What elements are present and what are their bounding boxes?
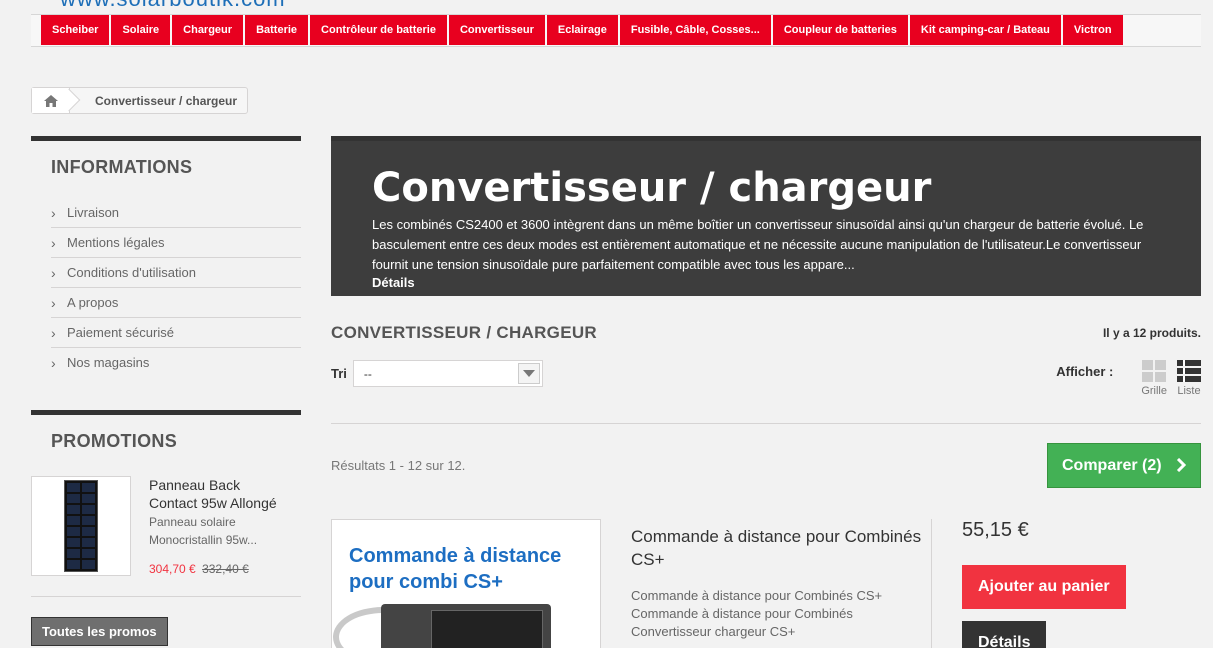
product-image-caption: Commande à distance pour combi CS+ xyxy=(349,545,562,593)
left-column: INFORMATIONS LivraisonMentions légalesCo… xyxy=(31,136,301,646)
view-grid-label: Grille xyxy=(1141,385,1167,397)
info-link-4[interactable]: Paiement sécurisé xyxy=(51,318,301,348)
product-count: Il y a 12 produits. xyxy=(1102,326,1201,340)
promo-price: 304,70 € 332,40 € xyxy=(149,562,291,576)
menu-item-6[interactable]: Eclairage xyxy=(546,15,618,45)
menu-item-4[interactable]: Contrôleur de batterie xyxy=(310,15,447,45)
view-list-button[interactable]: Liste xyxy=(1177,360,1201,397)
menu-item-8[interactable]: Coupleur de batteries xyxy=(772,15,908,45)
info-link-0[interactable]: Livraison xyxy=(51,198,301,228)
promotions-title: PROMOTIONS xyxy=(31,410,301,466)
view-label: Afficher : xyxy=(1056,364,1114,379)
promotions-block: PROMOTIONS Panneau Back Contact 95w Allo… xyxy=(31,410,301,646)
product-price: 55,15 € xyxy=(962,519,1029,541)
home-icon[interactable] xyxy=(32,88,70,113)
product-item: Commande à distance pour combi CS+ Comma… xyxy=(331,518,1201,648)
view-grid-button[interactable]: Grille xyxy=(1141,360,1167,397)
details-button[interactable]: Détails xyxy=(962,621,1047,648)
promo-price-old: 332,40 € xyxy=(202,562,249,576)
main-menu: Scheiber Solaire Chargeur Batterie Contrôleu… xyxy=(31,14,1201,47)
breadcrumb-current: Convertisseur / chargeur xyxy=(95,93,238,108)
promo-price-current: 304,70 € xyxy=(149,562,196,576)
menu-item-0[interactable]: Scheiber xyxy=(41,15,110,45)
view-list-label: Liste xyxy=(1177,385,1201,397)
menu-item-10[interactable]: Victron xyxy=(1062,15,1123,45)
menu-item-1[interactable]: Solaire xyxy=(111,15,171,45)
info-link-3[interactable]: A propos xyxy=(51,288,301,318)
informations-list: LivraisonMentions légalesConditions d'ut… xyxy=(31,192,301,378)
info-link-5[interactable]: Nos magasins xyxy=(51,348,301,378)
remote-device-graphic xyxy=(381,604,551,648)
chevron-right-icon xyxy=(1176,458,1186,472)
informations-title: INFORMATIONS xyxy=(31,136,301,192)
promo-product-name[interactable]: Panneau Back Contact 95w Allongé xyxy=(149,476,291,512)
menu-item-7[interactable]: Fusible, Câble, Cosses... xyxy=(619,15,771,45)
compare-label: Comparer (2) xyxy=(1062,456,1162,474)
product-name[interactable]: Commande à distance pour Combinés CS+ xyxy=(631,525,931,571)
center-column: Convertisseur / chargeur Les combinés CS… xyxy=(331,136,1201,648)
sort-select-value: -- xyxy=(363,366,372,381)
product-image[interactable]: Commande à distance pour combi CS+ xyxy=(331,519,601,648)
chevron-down-icon[interactable] xyxy=(517,363,540,384)
category-title: Convertisseur / chargeur xyxy=(372,165,932,211)
page-heading: CONVERTISSEUR / CHARGEUR xyxy=(331,323,598,342)
info-link-1[interactable]: Mentions légales xyxy=(51,228,301,258)
menu-item-3[interactable]: Batterie xyxy=(245,15,309,45)
promo-product-desc: Panneau solaire Monocristallin 95w... xyxy=(149,515,258,547)
menu-item-2[interactable]: Chargeur xyxy=(172,15,244,45)
grid-icon xyxy=(1142,360,1167,382)
list-icon xyxy=(1177,360,1201,382)
sort-label: Tri xyxy=(331,366,347,381)
promo-product-image[interactable] xyxy=(31,476,131,576)
all-promos-button[interactable]: Toutes les promos xyxy=(31,617,168,646)
site-logo[interactable]: www.solarboutik.com xyxy=(60,0,286,12)
sort-select[interactable]: -- xyxy=(352,360,543,387)
add-to-cart-button[interactable]: Ajouter au panier xyxy=(962,565,1126,609)
compare-button[interactable]: Comparer (2) xyxy=(1047,442,1201,488)
sort-bar: Tri -- Afficher : Grille Liste xyxy=(331,360,1201,424)
product-description: Commande à distance pour Combinés CS+ Co… xyxy=(631,588,883,639)
breadcrumb: Convertisseur / chargeur xyxy=(31,87,249,114)
promo-product: Panneau Back Contact 95w Allongé Panneau… xyxy=(31,466,301,597)
solar-panel-image xyxy=(64,480,98,572)
menu-item-5[interactable]: Convertisseur xyxy=(448,15,545,45)
results-count: Résultats 1 - 12 sur 12. xyxy=(331,457,466,473)
category-description: Les combinés CS2400 et 3600 intègrent da… xyxy=(372,217,1144,272)
category-more-link[interactable]: Détails xyxy=(372,275,1160,290)
menu-item-9[interactable]: Kit camping-car / Bateau xyxy=(909,15,1061,45)
category-banner: Convertisseur / chargeur Les combinés CS… xyxy=(331,136,1201,296)
info-link-2[interactable]: Conditions d'utilisation xyxy=(51,258,301,288)
